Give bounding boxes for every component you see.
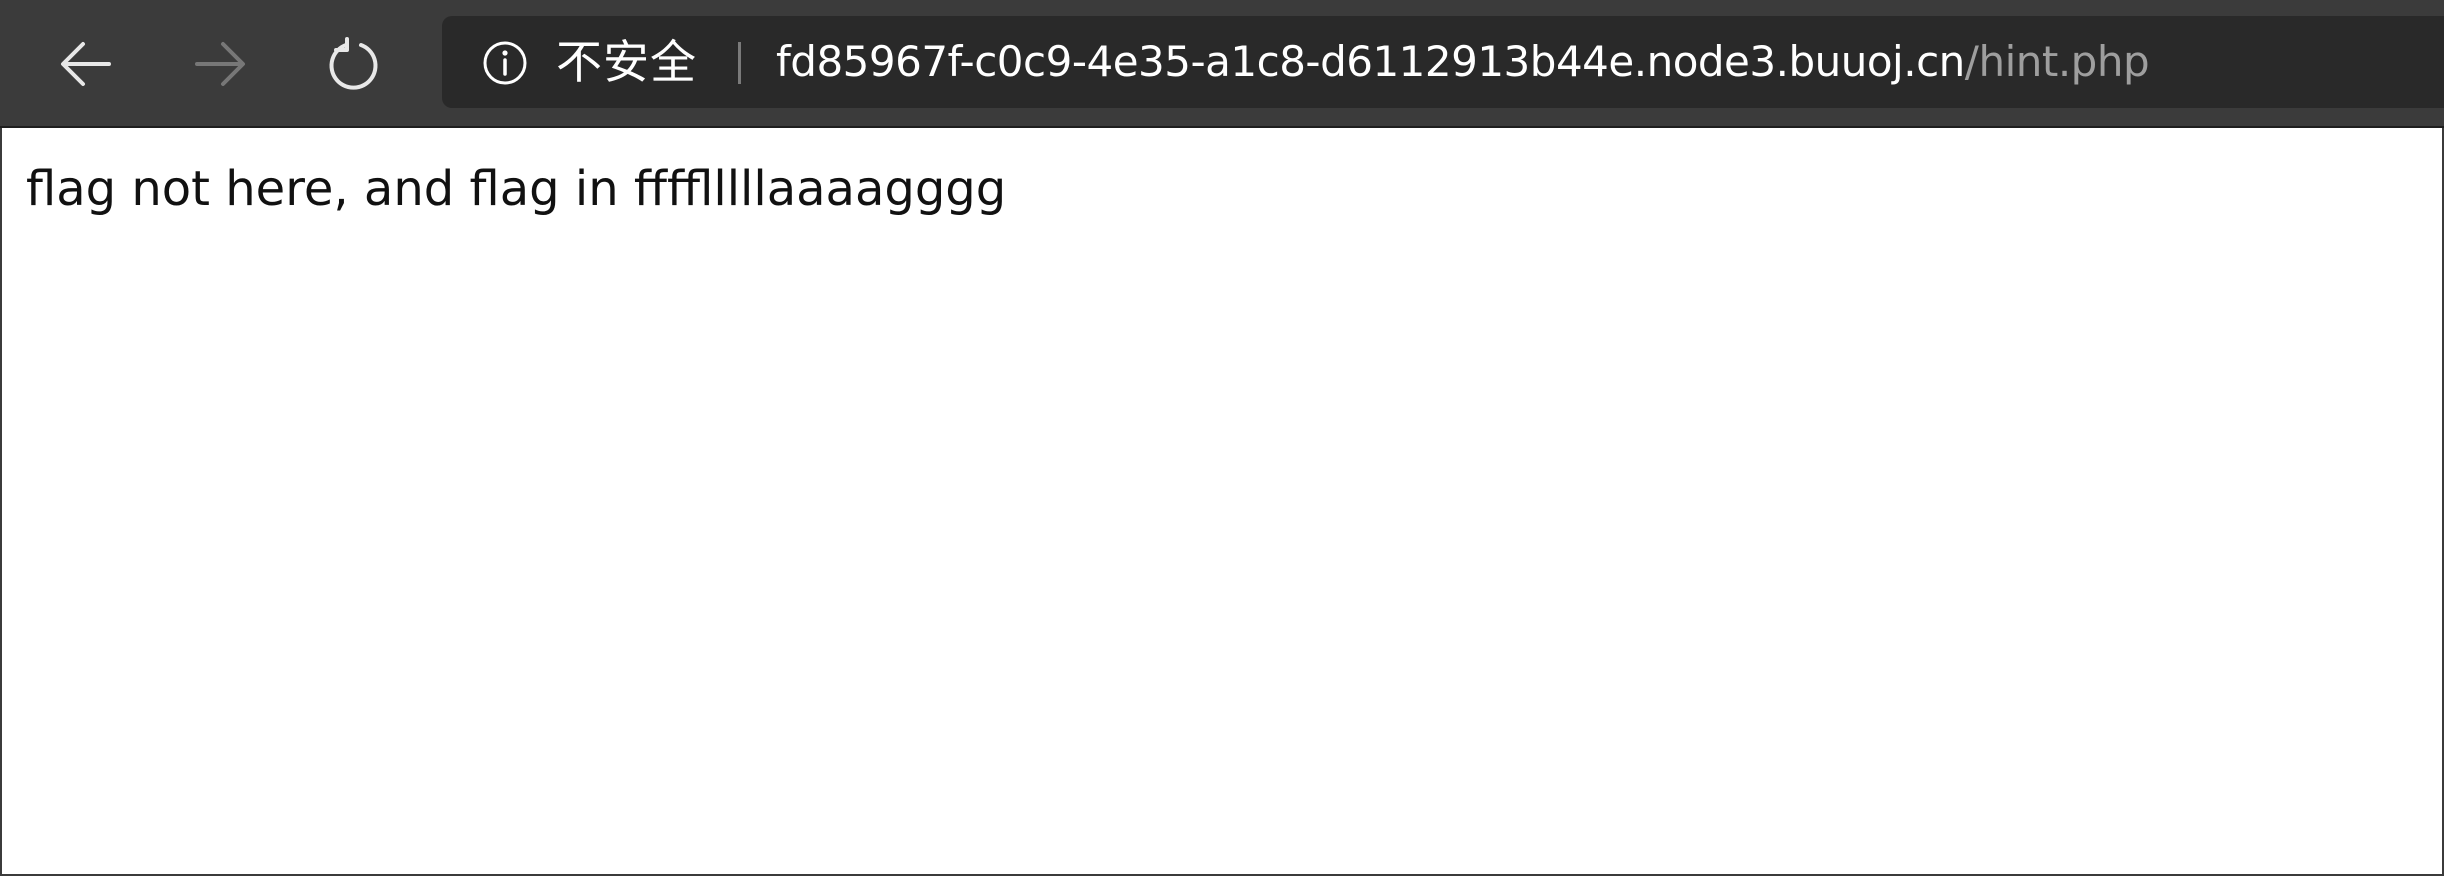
address-separator [738, 42, 741, 84]
url-text[interactable]: fd85967f-c0c9-4e35-a1c8-d6112913b44e.nod… [776, 32, 2150, 92]
address-bar[interactable]: 不安全 fd85967f-c0c9-4e35-a1c8-d6112913b44e… [442, 16, 2444, 108]
url-host: fd85967f-c0c9-4e35-a1c8-d6112913b44e.nod… [776, 37, 1965, 86]
refresh-icon [329, 37, 378, 90]
browser-window: 不安全 fd85967f-c0c9-4e35-a1c8-d6112913b44e… [0, 0, 2444, 876]
reload-button[interactable] [312, 22, 396, 106]
arrow-right-icon [195, 42, 245, 86]
page-content: flag not here, and flag in fffflllllaaaa… [0, 128, 2444, 876]
url-path: /hint.php [1964, 37, 2150, 86]
arrow-left-icon [61, 42, 111, 86]
security-label[interactable]: 不安全 [556, 32, 697, 92]
page-body-text: flag not here, and flag in fffflllllaaaa… [26, 161, 1007, 217]
forward-button[interactable] [178, 22, 262, 106]
back-button[interactable] [44, 22, 128, 106]
browser-toolbar: 不安全 fd85967f-c0c9-4e35-a1c8-d6112913b44e… [0, 0, 2444, 128]
info-circle-icon[interactable] [482, 40, 528, 86]
